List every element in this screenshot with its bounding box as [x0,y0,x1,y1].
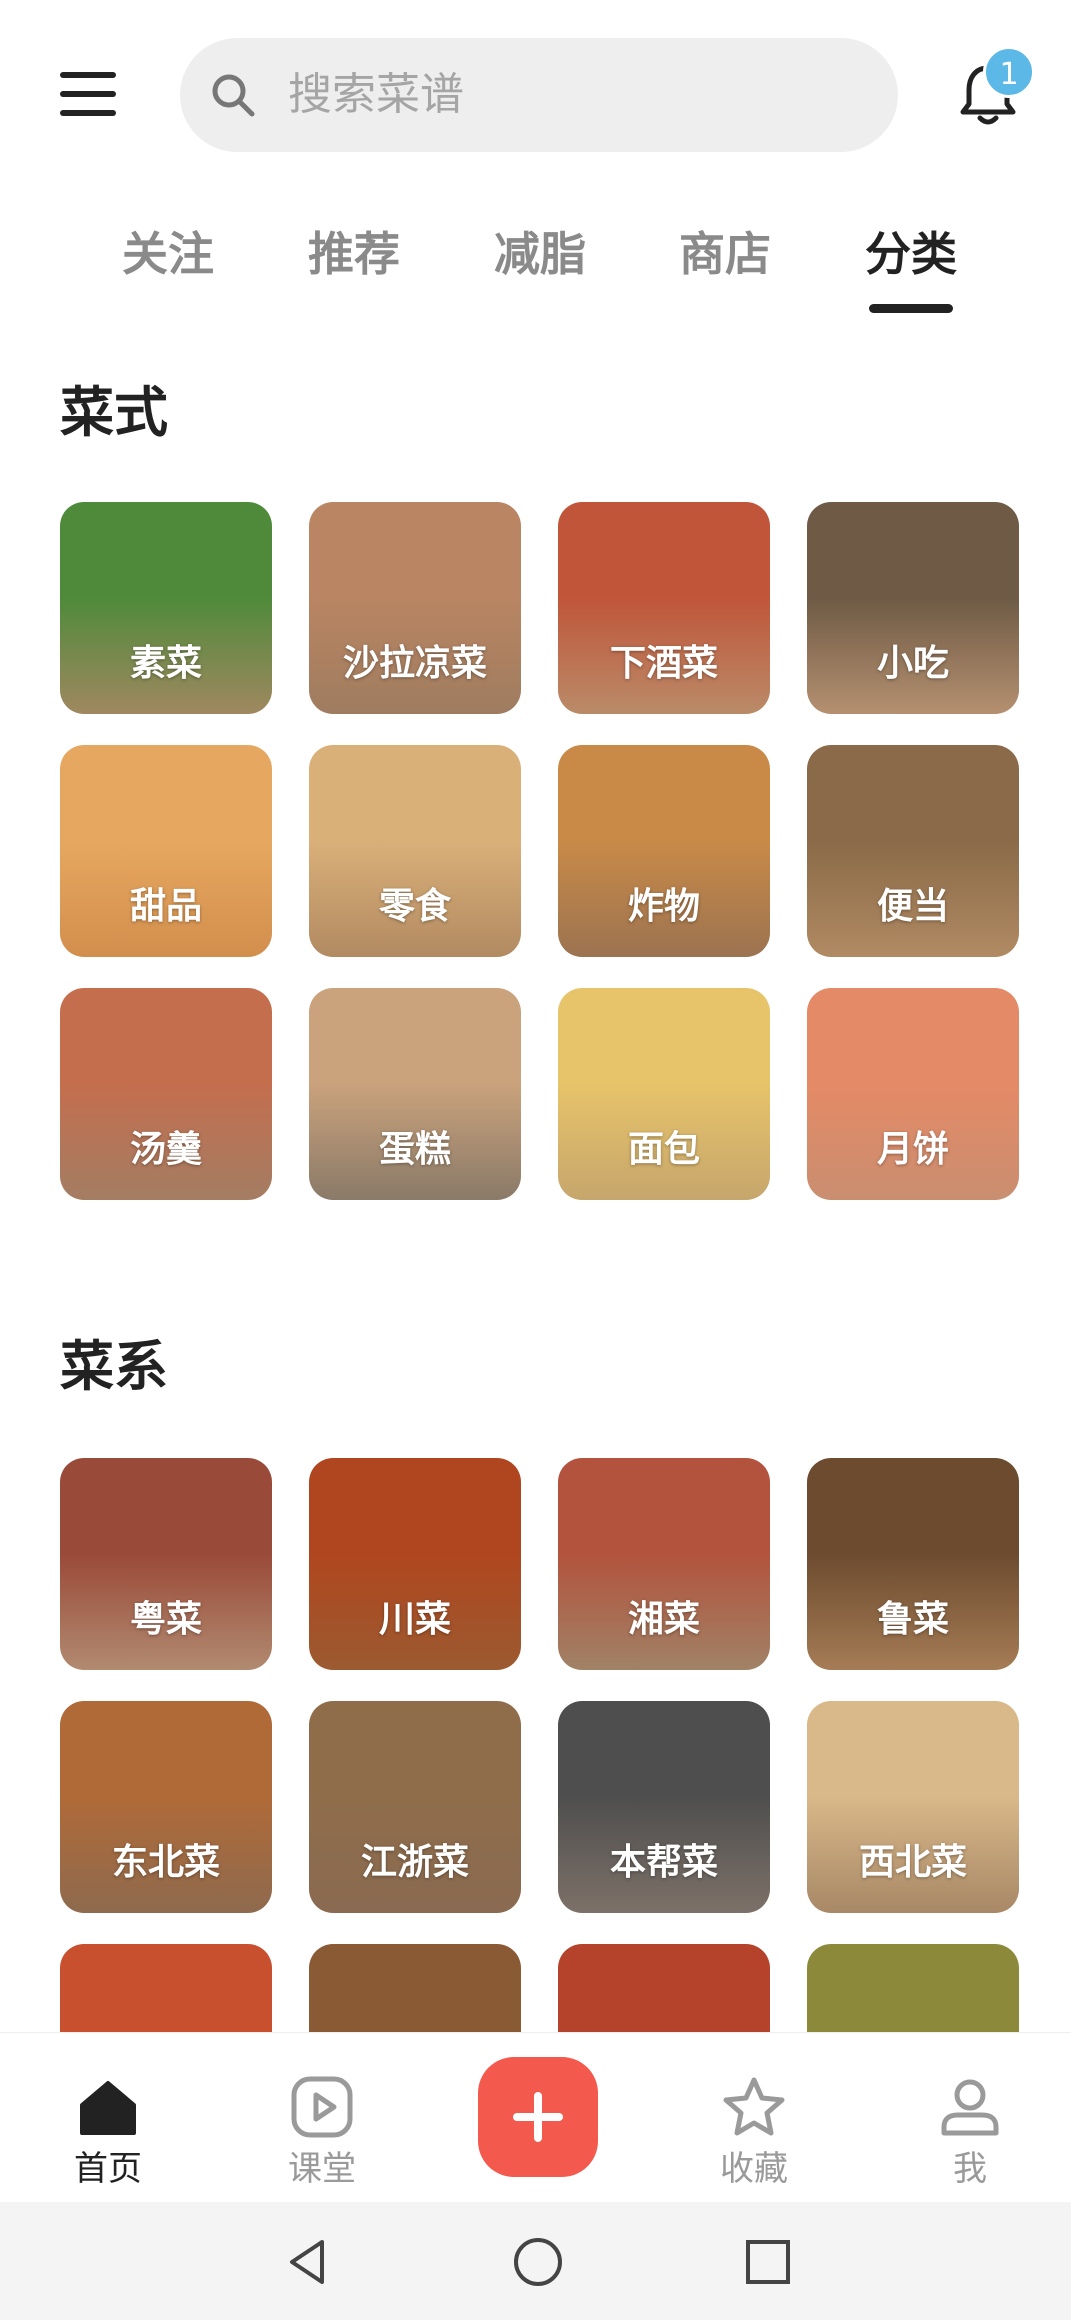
tile-label: 炸物 [627,886,700,927]
tile-label: 下酒菜 [609,643,718,684]
nav-classroom[interactable]: 课堂 [252,2033,392,2203]
back-icon[interactable] [282,2236,334,2288]
tile-label: 小吃 [876,643,949,684]
star-icon [723,2077,785,2136]
tile-label: 便当 [876,886,949,927]
cuisine-tile-cantonese[interactable]: 粤菜 [60,1458,272,1670]
recents-icon[interactable] [742,2236,794,2288]
tile-label: 湘菜 [627,1599,700,1640]
nav-me[interactable]: 我 [900,2033,1040,2203]
search-input[interactable]: 搜索菜谱 [180,38,898,152]
tile-label: 东北菜 [111,1842,220,1883]
cuisine-tile-hunan[interactable]: 湘菜 [558,1458,770,1670]
category-tile-bread[interactable]: 面包 [558,988,770,1200]
category-tile-bento[interactable]: 便当 [807,745,1019,957]
add-recipe-button[interactable] [478,2057,598,2177]
home-icon [80,2081,136,2135]
tile-label: 鲁菜 [876,1599,949,1640]
category-tile-salad[interactable]: 沙拉凉菜 [309,502,521,714]
cuisine-tile-northeast[interactable]: 东北菜 [60,1701,272,1913]
bottom-navigation: 首页 课堂 收藏 我 [0,2032,1071,2203]
category-tile-bar-snacks[interactable]: 下酒菜 [558,502,770,714]
search-placeholder: 搜索菜谱 [288,69,464,120]
nav-classroom-label: 课堂 [288,2149,356,2189]
plus-icon-vertical [534,2092,542,2142]
nav-home[interactable]: 首页 [38,2033,178,2203]
nav-me-label: 我 [953,2149,987,2189]
cuisine-tile-jiangzhe[interactable]: 江浙菜 [309,1701,521,1913]
active-tab-indicator [869,304,953,313]
tile-label: 沙拉凉菜 [342,643,487,684]
tab-shop[interactable]: 商店 [655,218,795,284]
category-tile-mooncake[interactable]: 月饼 [807,988,1019,1200]
tile-label: 粤菜 [129,1599,202,1640]
play-icon [291,2076,353,2138]
section-title-cuisine: 菜系 [60,1335,168,1398]
nav-favorites[interactable]: 收藏 [684,2033,824,2203]
tile-label: 江浙菜 [360,1842,469,1883]
category-tile-cake[interactable]: 蛋糕 [309,988,521,1200]
notification-badge: 1 [983,46,1035,98]
menu-icon[interactable] [60,72,116,116]
system-navigation-bar [0,2202,1071,2320]
tile-label: 甜品 [129,886,202,927]
cuisine-tile-northwest[interactable]: 西北菜 [807,1701,1019,1913]
cuisine-tile-shandong[interactable]: 鲁菜 [807,1458,1019,1670]
category-tile-dessert[interactable]: 甜品 [60,745,272,957]
tile-label: 本帮菜 [609,1842,718,1883]
user-icon [941,2079,999,2136]
tile-label: 汤羹 [129,1129,202,1170]
search-icon [212,74,255,117]
tab-category[interactable]: 分类 [841,218,981,284]
tab-follow[interactable]: 关注 [98,218,238,284]
tile-label: 零食 [378,886,451,927]
cuisine-tile-sichuan[interactable]: 川菜 [309,1458,521,1670]
tab-diet[interactable]: 减脂 [470,218,610,284]
tile-label: 面包 [627,1129,700,1170]
tile-label: 蛋糕 [378,1129,451,1170]
category-tile-fried[interactable]: 炸物 [558,745,770,957]
category-tabs: 关注 推荐 减脂 商店 分类 [0,200,1071,320]
top-bar: 搜索菜谱 1 [0,0,1071,190]
tab-recommend[interactable]: 推荐 [284,218,424,284]
nav-home-label: 首页 [74,2149,142,2189]
cuisine-tile-shanghai[interactable]: 本帮菜 [558,1701,770,1913]
tile-label: 川菜 [378,1599,451,1640]
nav-favorites-label: 收藏 [720,2149,788,2189]
category-tile-vegetable[interactable]: 素菜 [60,502,272,714]
tile-label: 西北菜 [858,1842,967,1883]
home-circle-icon[interactable] [512,2236,564,2288]
category-tile-soup[interactable]: 汤羹 [60,988,272,1200]
category-tile-snack-food[interactable]: 零食 [309,745,521,957]
tile-label: 素菜 [129,643,202,684]
tile-label: 月饼 [876,1129,949,1170]
section-title-dish-type: 菜式 [60,381,168,444]
category-tile-snacks[interactable]: 小吃 [807,502,1019,714]
